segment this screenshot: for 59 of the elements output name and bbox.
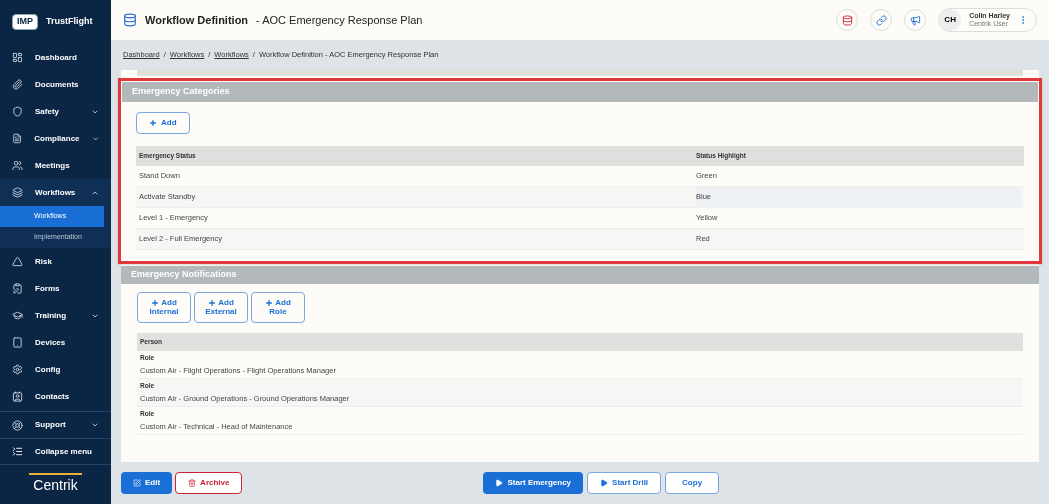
archive-button[interactable]: Archive — [175, 472, 243, 494]
paperclip-icon — [12, 79, 23, 90]
sidebar-item[interactable]: Dashboard — [0, 44, 111, 71]
support-icon — [12, 419, 23, 431]
add-button[interactable]: Add Role — [251, 292, 305, 323]
document-icon — [12, 133, 23, 144]
sidebar-item[interactable]: Contacts — [0, 383, 111, 410]
plus-icon — [151, 299, 160, 308]
stack-icon — [841, 14, 853, 26]
link-icon — [875, 14, 887, 26]
sidebar-item[interactable]: Support — [0, 412, 111, 438]
triangle-icon — [12, 256, 23, 267]
add-button[interactable]: Add External — [194, 292, 248, 323]
sidebar-item[interactable]: Risk — [0, 248, 111, 275]
contact-card-icon — [12, 391, 23, 402]
add-button[interactable]: Add — [136, 112, 190, 134]
graduation-cap-icon — [12, 310, 23, 321]
layers-icon — [12, 187, 23, 198]
page-title: Workflow Definition — [145, 12, 249, 28]
user-avatar: CH — [939, 9, 962, 31]
tablet-icon — [12, 337, 23, 348]
plus-icon — [208, 299, 217, 308]
section-header: Emergency Notifications — [121, 266, 1039, 284]
logo-badge: IMP — [12, 14, 38, 30]
sidebar-item[interactable]: Training — [0, 302, 111, 329]
workflow-icon — [123, 13, 137, 27]
sidebar-item[interactable]: Devices — [0, 329, 111, 356]
sidebar-item[interactable]: Safety — [0, 98, 111, 125]
start-emergency-button[interactable]: Start Emergency — [483, 472, 584, 494]
play-icon — [600, 479, 609, 487]
gear-icon — [12, 364, 23, 375]
copy-button[interactable]: Copy — [665, 472, 720, 494]
shield-icon — [12, 106, 23, 117]
sidebar-item[interactable]: Workflows — [0, 179, 111, 206]
add-button[interactable]: Add Internal — [137, 292, 191, 323]
centrik-logo: Centrik — [29, 473, 82, 496]
section-header: Emergency Categories — [122, 82, 1038, 102]
brand-name: TrustFlight — [46, 15, 93, 29]
caret-icon — [91, 134, 99, 143]
plus-icon — [149, 119, 157, 127]
plus-icon — [265, 299, 274, 308]
page-subtitle: - AOC Emergency Response Plan — [256, 12, 423, 28]
collapse-menu-button[interactable]: Collapse menu — [0, 438, 111, 464]
sidebar-item[interactable]: Documents — [0, 71, 111, 98]
trash-icon — [188, 479, 197, 487]
people-icon — [12, 160, 23, 171]
sidebar-item[interactable]: Forms — [0, 275, 111, 302]
collapse-icon — [12, 446, 23, 457]
sidebar-item[interactable]: Compliance — [0, 125, 111, 152]
caret-icon — [91, 421, 99, 429]
dashboard-icon — [12, 52, 23, 63]
edit-icon — [133, 479, 141, 487]
start-drill-button[interactable]: Start Drill — [587, 472, 662, 494]
sidebar-item[interactable]: Meetings — [0, 152, 111, 179]
clipboard-icon — [12, 283, 23, 294]
edit-button[interactable]: Edit — [121, 472, 173, 494]
sidebar-item[interactable]: Config — [0, 356, 111, 383]
play-icon — [495, 479, 504, 487]
megaphone-icon — [909, 14, 921, 26]
